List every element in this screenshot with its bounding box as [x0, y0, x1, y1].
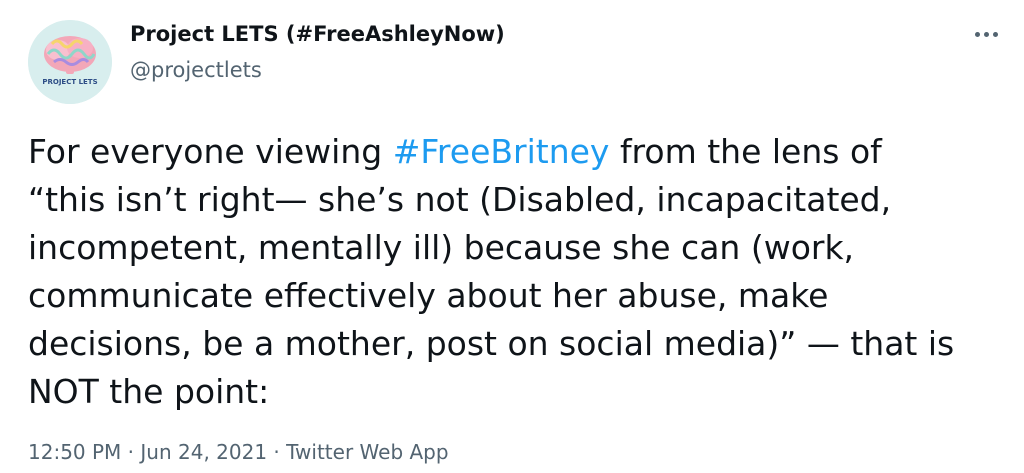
tweet-source-link[interactable]: Twitter Web App	[286, 440, 448, 464]
tweet-text: For everyone viewing #FreeBritney from t…	[28, 128, 1008, 416]
hashtag-link[interactable]: #FreeBritney	[393, 132, 610, 171]
tweet-text-segment: from the lens of	[609, 132, 882, 171]
avatar[interactable]: PROJECT LETS	[28, 20, 112, 104]
dot	[974, 31, 980, 37]
tweet-card: PROJECT LETS Project LETS (#FreeAshleyNo…	[0, 0, 1024, 473]
meta-separator: ·	[267, 440, 287, 464]
tweet-line-5: decisions, be a mother, post on social m…	[28, 324, 955, 363]
author-handle[interactable]: @projectlets	[130, 58, 262, 82]
dot	[983, 31, 989, 37]
tweet-time-link[interactable]: 12:50 PM	[28, 440, 121, 464]
more-options-icon[interactable]	[966, 20, 1006, 48]
tweet-line-3: incompetent, mentally ill) because she c…	[28, 228, 855, 267]
author-display-name[interactable]: Project LETS (#FreeAshleyNow)	[130, 22, 505, 46]
avatar-text: PROJECT LETS	[42, 78, 97, 86]
tweet-meta: 12:50 PM · Jun 24, 2021 · Twitter Web Ap…	[28, 440, 449, 464]
tweet-date-link[interactable]: Jun 24, 2021	[140, 440, 267, 464]
tweet-text-segment: For everyone viewing	[28, 132, 393, 171]
dot	[992, 31, 998, 37]
tweet-line-6: NOT the point:	[28, 372, 270, 411]
tweet-line-4: communicate effectively about her abuse,…	[28, 276, 829, 315]
tweet-line-2: “this isn’t right— she’s not (Disabled, …	[28, 180, 892, 219]
tweet-line-1: For everyone viewing #FreeBritney from t…	[28, 128, 1008, 176]
meta-separator: ·	[121, 440, 141, 464]
brain-logo-icon: PROJECT LETS	[28, 20, 112, 104]
